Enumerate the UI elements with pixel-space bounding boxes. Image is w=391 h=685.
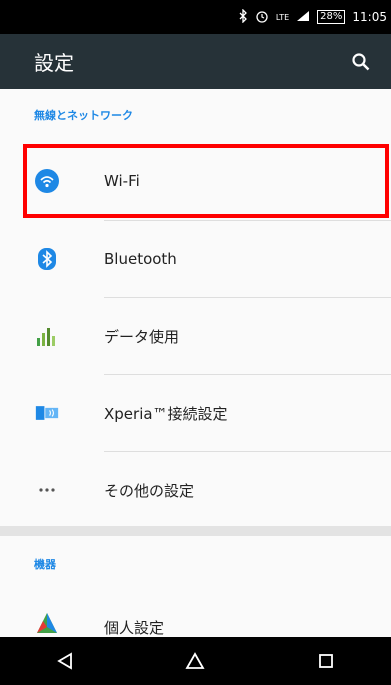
setting-item-label: 個人設定 xyxy=(104,619,165,637)
back-icon xyxy=(57,652,73,670)
section-header-device: 機器 xyxy=(34,558,56,571)
data-usage-icon xyxy=(35,324,59,348)
xperia-connectivity-icon xyxy=(35,401,59,425)
clock: 11:05 xyxy=(352,10,387,24)
back-button[interactable] xyxy=(45,641,85,681)
lte-label: LTE xyxy=(275,12,290,22)
setting-item-personalization[interactable]: 個人設定 xyxy=(0,590,391,637)
home-icon xyxy=(185,652,206,669)
more-icon xyxy=(35,478,59,502)
page-title: 設定 xyxy=(34,51,74,75)
setting-item-more[interactable]: その他の設定 xyxy=(0,451,391,529)
highlight-box xyxy=(23,144,389,218)
setting-item-label: Bluetooth xyxy=(104,250,177,268)
recents-button[interactable] xyxy=(306,641,346,681)
battery-icon: 28% xyxy=(317,10,346,24)
setting-item-bluetooth[interactable]: Bluetooth xyxy=(0,220,391,298)
bluetooth-status-icon xyxy=(238,7,248,26)
app-bar: 設定 xyxy=(0,34,391,89)
recents-icon xyxy=(318,654,333,668)
search-button[interactable] xyxy=(347,48,375,76)
section-header-wireless: 無線とネットワーク xyxy=(34,109,133,122)
status-bar: LTE 28% 11:05 xyxy=(0,0,391,34)
setting-item-label: データ使用 xyxy=(104,327,180,346)
section-divider xyxy=(0,526,391,536)
setting-item-xperia-connectivity[interactable]: Xperia™接続設定 xyxy=(0,374,391,452)
home-button[interactable] xyxy=(175,641,215,681)
setting-item-data-usage[interactable]: データ使用 xyxy=(0,297,391,375)
bluetooth-icon xyxy=(35,247,59,271)
alarm-icon xyxy=(255,9,269,26)
personalization-icon xyxy=(35,611,59,635)
search-icon xyxy=(352,52,370,70)
navigation-bar xyxy=(0,637,391,685)
setting-item-label: Xperia™接続設定 xyxy=(104,404,228,423)
setting-item-label: その他の設定 xyxy=(104,481,195,500)
signal-icon xyxy=(296,10,310,25)
